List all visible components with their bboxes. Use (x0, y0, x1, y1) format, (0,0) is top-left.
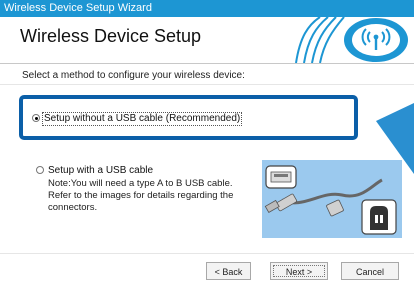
back-button[interactable]: < Back (206, 262, 251, 280)
next-button-label: Next > (285, 267, 313, 277)
button-bar-divider (0, 253, 414, 254)
option-with-usb-label[interactable]: Setup with a USB cable (48, 165, 153, 176)
next-button[interactable]: Next > (270, 262, 328, 280)
callout-arrow-icon (376, 103, 414, 174)
radio-setup-with-usb[interactable] (36, 166, 44, 174)
usb-cable-illustration (262, 160, 402, 238)
cancel-button[interactable]: Cancel (341, 262, 399, 280)
usb-cable-note: Note:You will need a type A to B USB cab… (48, 178, 234, 213)
